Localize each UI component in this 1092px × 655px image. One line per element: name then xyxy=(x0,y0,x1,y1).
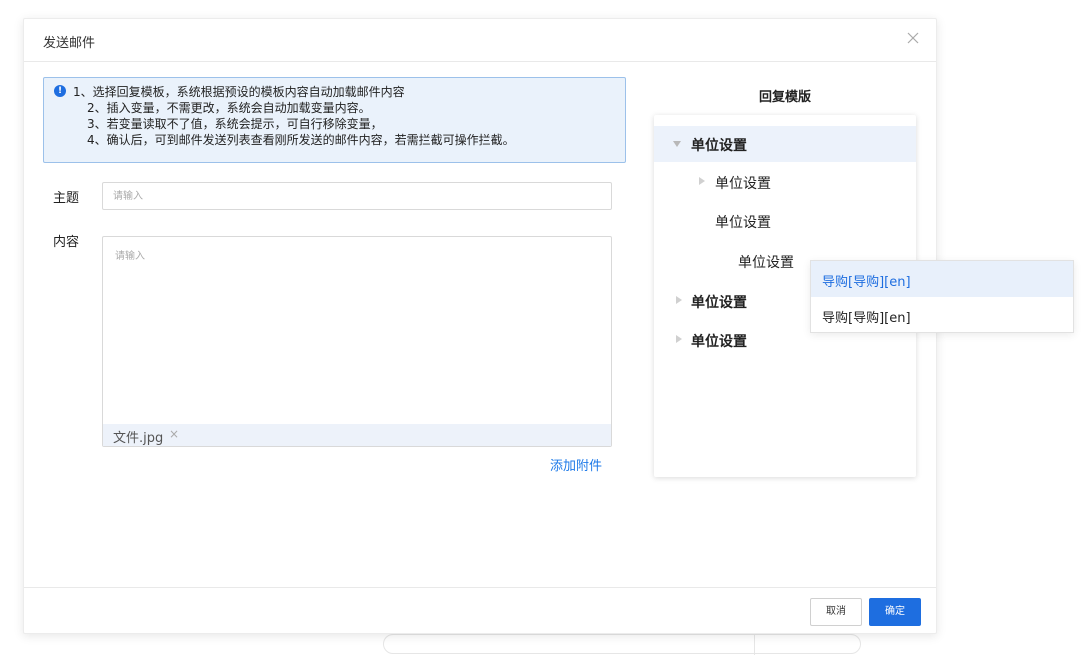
tree-node-label: 单位设置 xyxy=(715,215,771,231)
tree-node-label: 单位设置 xyxy=(715,176,771,192)
notice-line-2: 2、插入变量，不需更改，系统会自动加载变量内容。 xyxy=(87,101,371,115)
tree-node-1[interactable]: 单位设置 xyxy=(654,126,916,162)
tree-node-label: 单位设置 xyxy=(738,255,794,271)
variable-dropdown: 导购[导购][en] 导购[导购][en] xyxy=(810,260,1074,333)
notice-line-3: 3、若变量读取不了值，系统会提示，可自行移除变量， xyxy=(87,117,383,131)
attachment-filename[interactable]: 文件.jpg xyxy=(113,427,163,446)
content-textarea[interactable] xyxy=(103,237,611,423)
content-label: 内容 xyxy=(53,235,80,250)
tree-node-2[interactable]: 单位设置 xyxy=(654,164,916,200)
caret-down-icon[interactable] xyxy=(673,141,681,147)
content-editor: 文件.jpg × xyxy=(102,236,612,447)
dialog-footer: 取消 确定 xyxy=(24,587,936,633)
caret-right-icon[interactable] xyxy=(676,335,682,343)
dropdown-option[interactable]: 导购[导购][en] xyxy=(811,297,1073,333)
subject-input[interactable] xyxy=(102,182,612,210)
instructions-notice: ! 1、选择回复模板，系统根据预设的模板内容自动加载邮件内容 2、插入变量，不需… xyxy=(43,77,626,163)
dialog-title: 发送邮件 xyxy=(43,36,96,51)
add-attachment-link[interactable]: 添加附件 xyxy=(550,455,602,474)
info-icon: ! xyxy=(54,85,66,97)
reply-template-title: 回复模版 xyxy=(758,90,811,105)
caret-right-icon[interactable] xyxy=(699,177,705,185)
close-icon[interactable] xyxy=(904,29,922,47)
cancel-button[interactable]: 取消 xyxy=(810,598,862,626)
caret-right-icon[interactable] xyxy=(676,296,682,304)
remove-attachment-icon[interactable]: × xyxy=(169,427,179,441)
dropdown-option-label: 导购[导购][en] xyxy=(822,311,911,326)
tree-node-label: 单位设置 xyxy=(691,138,747,154)
background-pill xyxy=(383,634,861,655)
pill-divider xyxy=(754,635,755,655)
dropdown-option-label: 导购[导购][en] xyxy=(822,275,911,290)
notice-line-1: 1、选择回复模板，系统根据预设的模板内容自动加载邮件内容 xyxy=(73,85,405,99)
dialog-header: 发送邮件 xyxy=(24,19,936,62)
dropdown-option[interactable]: 导购[导购][en] xyxy=(811,261,1073,297)
confirm-button[interactable]: 确定 xyxy=(869,598,921,626)
subject-label: 主题 xyxy=(53,191,80,206)
notice-line-4: 4、确认后，可到邮件发送列表查看刚所发送的邮件内容，若需拦截可操作拦截。 xyxy=(87,133,515,147)
tree-node-label: 单位设置 xyxy=(691,295,747,311)
send-email-dialog: 发送邮件 ! 1、选择回复模板，系统根据预设的模板内容自动加载邮件内容 2、插入… xyxy=(23,18,937,634)
attachment-item: 文件.jpg × xyxy=(103,424,611,446)
tree-node-label: 单位设置 xyxy=(691,334,747,350)
tree-node-3[interactable]: 单位设置 xyxy=(654,203,916,239)
